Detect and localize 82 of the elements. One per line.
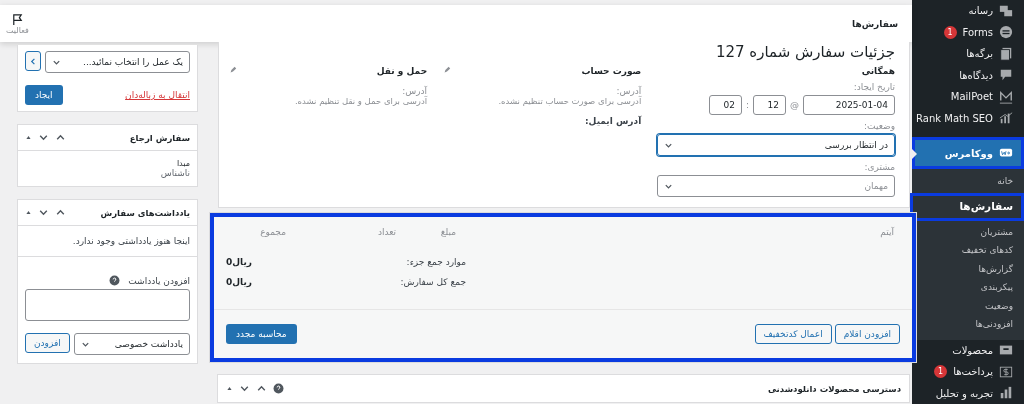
count-badge: 1 xyxy=(934,365,948,379)
m-letter-icon xyxy=(999,89,1013,104)
field-label: وضعیت: xyxy=(863,121,895,131)
submenu-item[interactable]: کدهای تخفیف xyxy=(912,241,1024,260)
trash-link[interactable]: انتقال به زباله‌دان xyxy=(125,90,190,100)
panel-title: دسترسی محصولات دانلودشدنی xyxy=(768,383,901,394)
section-heading: حمل و نقل xyxy=(376,66,428,76)
note-type-dropdown[interactable]: یادداشت خصوصی xyxy=(73,333,190,355)
woo-icon xyxy=(999,146,1013,160)
submenu-item[interactable]: گزارش‌ها xyxy=(912,259,1024,278)
time-separator: : xyxy=(745,100,749,110)
menu-item[interactable]: تجربه و تحلیل xyxy=(912,382,1024,404)
help-icon xyxy=(109,275,121,286)
help-icon xyxy=(273,383,284,394)
pencil-icon[interactable] xyxy=(229,66,237,74)
apply-button[interactable] xyxy=(25,51,41,71)
add-note-button[interactable]: افزودن xyxy=(25,333,70,353)
menu-item[interactable]: پرداخت‌ها xyxy=(953,366,993,378)
chart-icon xyxy=(999,111,1013,126)
menu-item[interactable]: MailPoet xyxy=(912,86,1024,108)
column-header: مجموع xyxy=(259,227,286,239)
source-value: ناشناس xyxy=(159,168,190,178)
total-label: موارد جمع جزء: xyxy=(406,257,466,267)
address-label: آدرس: xyxy=(401,86,428,96)
status-dropdown[interactable]: در انتظار بررسی xyxy=(657,134,895,156)
at-sign: @ xyxy=(790,100,799,110)
collapse-icon[interactable] xyxy=(25,134,32,141)
submenu-item[interactable]: مشتریان xyxy=(912,222,1024,241)
total-label: جمع کل سفارش: xyxy=(400,277,466,287)
menu-item[interactable]: Rank Math SEO xyxy=(912,107,1024,129)
count-badge: 1 xyxy=(943,25,957,39)
email-label: آدرس ایمیل: xyxy=(584,116,642,126)
secondary-button[interactable]: اعمال کدتخفیف xyxy=(754,324,832,344)
column-header: مبلغ xyxy=(439,227,456,239)
total-value: ریال0 xyxy=(226,277,252,287)
section-heading: صورت حساب xyxy=(581,66,642,76)
menu-item[interactable]: دیدگاه‌ها xyxy=(912,64,1024,86)
menu-item[interactable]: Forms xyxy=(962,26,993,38)
dollar-icon xyxy=(999,364,1013,379)
secondary-button[interactable]: افزودن اقلام xyxy=(834,324,900,344)
create-button[interactable]: ایجاد xyxy=(25,85,63,105)
address-label: آدرس: xyxy=(615,86,642,96)
submenu-item[interactable]: خانه xyxy=(912,172,1024,191)
action-dropdown[interactable]: یک عمل را انتخاب نمائید... xyxy=(45,51,190,73)
menu-item[interactable]: محصولات xyxy=(912,339,1024,361)
media-icon xyxy=(999,3,1013,18)
activity-button[interactable]: فعالیت xyxy=(6,12,29,35)
address-text: آدرسی برای صورت حساب تنظیم نشده. xyxy=(497,96,642,106)
menu-item[interactable]: برگه‌ها xyxy=(912,43,1024,65)
date-field[interactable]: 2025-01-04 xyxy=(803,95,895,115)
pages-icon xyxy=(999,46,1013,61)
total-value: ریال0 xyxy=(226,257,252,267)
source-label: مبدا xyxy=(175,159,190,168)
pencil-icon[interactable] xyxy=(443,66,452,74)
section-heading: همگانی xyxy=(860,66,895,76)
panel-title: یادداشت‌های سفارش xyxy=(100,207,190,218)
note-label: افزودن یادداشت xyxy=(128,275,190,286)
forms-icon xyxy=(999,25,1013,40)
field-label: تاریخ ایجاد: xyxy=(852,82,895,92)
submenu-item[interactable]: وضعیت xyxy=(912,296,1024,315)
submenu-item[interactable]: سفارش‌ها xyxy=(910,192,1024,221)
column-header: تعداد xyxy=(376,227,396,239)
column-header: آیتم xyxy=(879,227,894,240)
collapse-icon[interactable] xyxy=(226,385,233,392)
chevron-left-icon xyxy=(28,56,38,66)
panel-title: سفارش ارجاع xyxy=(129,132,190,143)
bar-chart-icon xyxy=(999,386,1013,401)
minute-field[interactable]: 02 xyxy=(708,95,742,115)
collapse-icon[interactable] xyxy=(25,209,32,216)
order-title: جزئیات سفارش شماره 127 xyxy=(714,42,895,60)
menu-item[interactable]: ووکامرس xyxy=(912,137,1024,169)
recalculate-button[interactable]: محاسبه مجدد xyxy=(226,324,297,344)
submenu-item[interactable]: افزودنی‌ها xyxy=(912,315,1024,334)
field-label: مشتری: xyxy=(863,162,895,172)
menu-item[interactable]: رسانه xyxy=(912,0,1024,22)
flag-icon xyxy=(10,12,24,26)
page-title: سفارش‌ها xyxy=(852,18,898,29)
note-textarea[interactable] xyxy=(25,289,190,321)
hour-field[interactable]: 12 xyxy=(753,95,786,115)
submenu-item[interactable]: پیکربندی xyxy=(912,278,1024,297)
address-text: آدرسی برای حمل و نقل تنظیم نشده. xyxy=(293,96,428,106)
empty-message: اینجا هنوز یادداشتی وجود ندارد. xyxy=(18,226,197,257)
